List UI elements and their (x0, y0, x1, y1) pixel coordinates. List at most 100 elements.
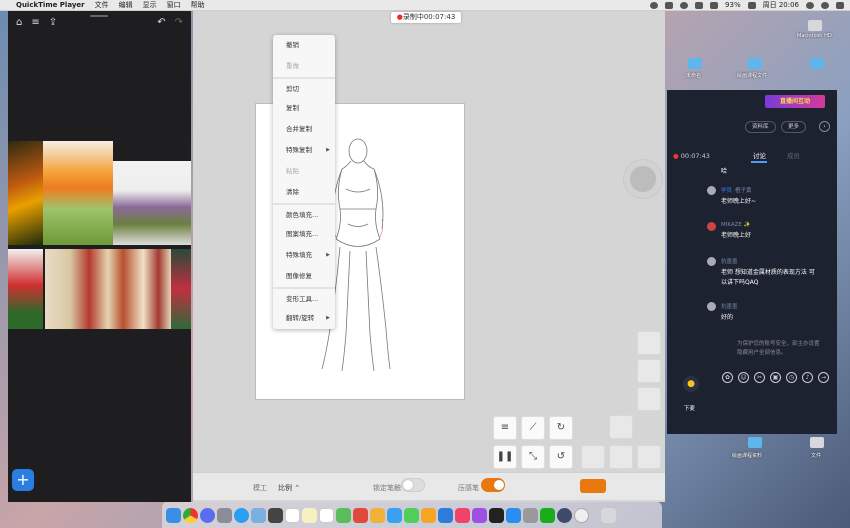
ratio-dropdown[interactable]: 比例 ⌃ (278, 483, 300, 493)
share-icon[interactable]: ⇪ (49, 17, 57, 28)
rotate-cw-icon[interactable]: ↻ (549, 416, 573, 440)
clock-icon[interactable]: ◷ (786, 372, 797, 383)
folder-icon[interactable] (748, 437, 762, 448)
document-icon[interactable] (810, 437, 824, 448)
folder-icon[interactable] (748, 58, 762, 69)
clock-app-icon[interactable] (574, 507, 589, 523)
side-button-5[interactable] (581, 445, 605, 469)
launchpad-icon[interactable] (200, 507, 215, 523)
screen-record-icon[interactable] (665, 1, 674, 9)
gallery-image-red-tulips[interactable] (8, 249, 43, 329)
emoji-icon[interactable]: ☺ (738, 372, 749, 383)
menu-item-clear[interactable]: 清除 (273, 182, 335, 203)
bell-icon[interactable]: ♪ (802, 372, 813, 383)
folder-icon[interactable] (810, 58, 824, 69)
control-center-icon[interactable] (836, 1, 844, 9)
facetime-icon[interactable] (404, 507, 419, 523)
contacts-icon[interactable] (268, 507, 283, 523)
menu-item-copy[interactable]: 复制 (273, 98, 335, 119)
wechat-icon[interactable] (540, 507, 555, 523)
microphone-icon[interactable]: ● (683, 376, 699, 392)
messages-icon[interactable] (387, 507, 402, 523)
color-swatch-button[interactable] (580, 479, 606, 493)
menubar-clock[interactable]: 周日 20:06 (763, 0, 799, 10)
undo-icon[interactable]: ↶ (157, 17, 165, 28)
menu-item-transform-tool[interactable]: 变形工具... (273, 287, 335, 308)
image-icon[interactable]: ▣ (770, 372, 781, 383)
gallery-image-red-flower[interactable] (171, 249, 191, 329)
menu-item-undo[interactable]: 撤销 (273, 35, 335, 56)
side-button-4[interactable] (609, 415, 633, 439)
side-button-7[interactable] (637, 445, 661, 469)
scissors-icon[interactable]: ✂ (754, 372, 765, 383)
redo-icon[interactable]: ↷ (175, 17, 183, 28)
menubar-app-name[interactable]: QuickTime Player (16, 1, 85, 9)
settings-icon[interactable] (523, 507, 538, 523)
reminders-icon[interactable] (319, 507, 334, 523)
side-button-6[interactable] (609, 445, 633, 469)
shrink-icon[interactable]: ⤡ (521, 445, 545, 469)
panel-handle[interactable] (90, 15, 108, 17)
menu-item-flip-rotate[interactable]: 翻转/旋转 ▶ (273, 308, 335, 329)
pages-icon[interactable] (421, 507, 436, 523)
chevron-right-icon[interactable]: › (819, 121, 830, 132)
finder-icon[interactable] (166, 507, 181, 523)
pressure-toggle[interactable] (481, 478, 505, 492)
preview-icon[interactable] (251, 507, 266, 523)
maps-icon[interactable] (336, 507, 351, 523)
app-store-icon[interactable] (506, 507, 521, 523)
gallery-image-purple-tulips[interactable] (113, 161, 191, 245)
keynote-icon[interactable] (370, 507, 385, 523)
bluetooth-icon[interactable] (695, 1, 704, 9)
siri-icon[interactable] (821, 1, 829, 9)
music-icon[interactable] (455, 507, 470, 523)
menu-item-cut[interactable]: 剪切 (273, 77, 335, 98)
trash-icon[interactable] (601, 507, 616, 523)
status-icon[interactable] (650, 1, 659, 9)
more-button[interactable]: 更多 (781, 121, 807, 133)
flower-icon[interactable]: ✿ (722, 372, 733, 383)
menu-view[interactable]: 显示 (143, 0, 157, 10)
rotate-ccw-icon[interactable]: ↺ (549, 445, 573, 469)
calendar-icon[interactable] (285, 507, 300, 523)
side-button-3[interactable] (637, 387, 661, 411)
menu-help[interactable]: 帮助 (191, 0, 205, 10)
menu-item-color-fill[interactable]: 颜色填充... (273, 203, 335, 224)
quicktime-icon[interactable] (557, 507, 572, 523)
brush-size-dial[interactable] (624, 160, 662, 198)
tv-icon[interactable] (489, 507, 504, 523)
rocket-icon[interactable] (217, 507, 232, 523)
pause-icon[interactable]: ❚❚ (493, 445, 517, 469)
hard-drive-icon[interactable] (808, 20, 822, 31)
safari-icon[interactable] (234, 507, 249, 523)
material-library-button[interactable]: 资料库 (745, 121, 776, 133)
menu-file[interactable]: 文件 (95, 0, 109, 10)
wifi-icon[interactable] (710, 1, 719, 9)
side-button-1[interactable] (637, 331, 661, 355)
interaction-banner[interactable]: 直播间互动 (765, 95, 825, 108)
line-tool-icon[interactable]: ⟋ (521, 416, 545, 440)
gallery-image-tulips[interactable] (43, 141, 113, 245)
gallery-image-costume-figures[interactable] (45, 249, 171, 329)
numbers-icon[interactable] (438, 507, 453, 523)
align-icon[interactable]: ≡ (493, 416, 517, 440)
menu-icon[interactable]: ≡ (31, 17, 39, 28)
menu-item-special-fill[interactable]: 特殊填充 ▶ (273, 245, 335, 266)
arrow-right-icon[interactable]: → (818, 372, 829, 383)
menu-window[interactable]: 窗口 (167, 0, 181, 10)
stroke-lock-toggle[interactable] (401, 478, 425, 492)
battery-icon[interactable] (747, 1, 756, 9)
chrome-icon[interactable] (183, 507, 198, 523)
search-icon[interactable] (806, 1, 814, 9)
menu-item-image-repair[interactable]: 图像修复 (273, 266, 335, 287)
menu-edit[interactable]: 编辑 (119, 0, 133, 10)
user-icon[interactable] (680, 1, 689, 9)
notes-icon[interactable] (302, 507, 317, 523)
add-button[interactable]: + (12, 469, 34, 491)
home-icon[interactable]: ⌂ (16, 17, 22, 28)
menu-item-pattern-fill[interactable]: 图案填充... (273, 224, 335, 245)
side-button-2[interactable] (637, 359, 661, 383)
folder-icon[interactable] (688, 58, 702, 69)
tab-discuss[interactable]: 讨论 (753, 150, 766, 160)
menu-item-copy-merged[interactable]: 合并复制 (273, 119, 335, 140)
